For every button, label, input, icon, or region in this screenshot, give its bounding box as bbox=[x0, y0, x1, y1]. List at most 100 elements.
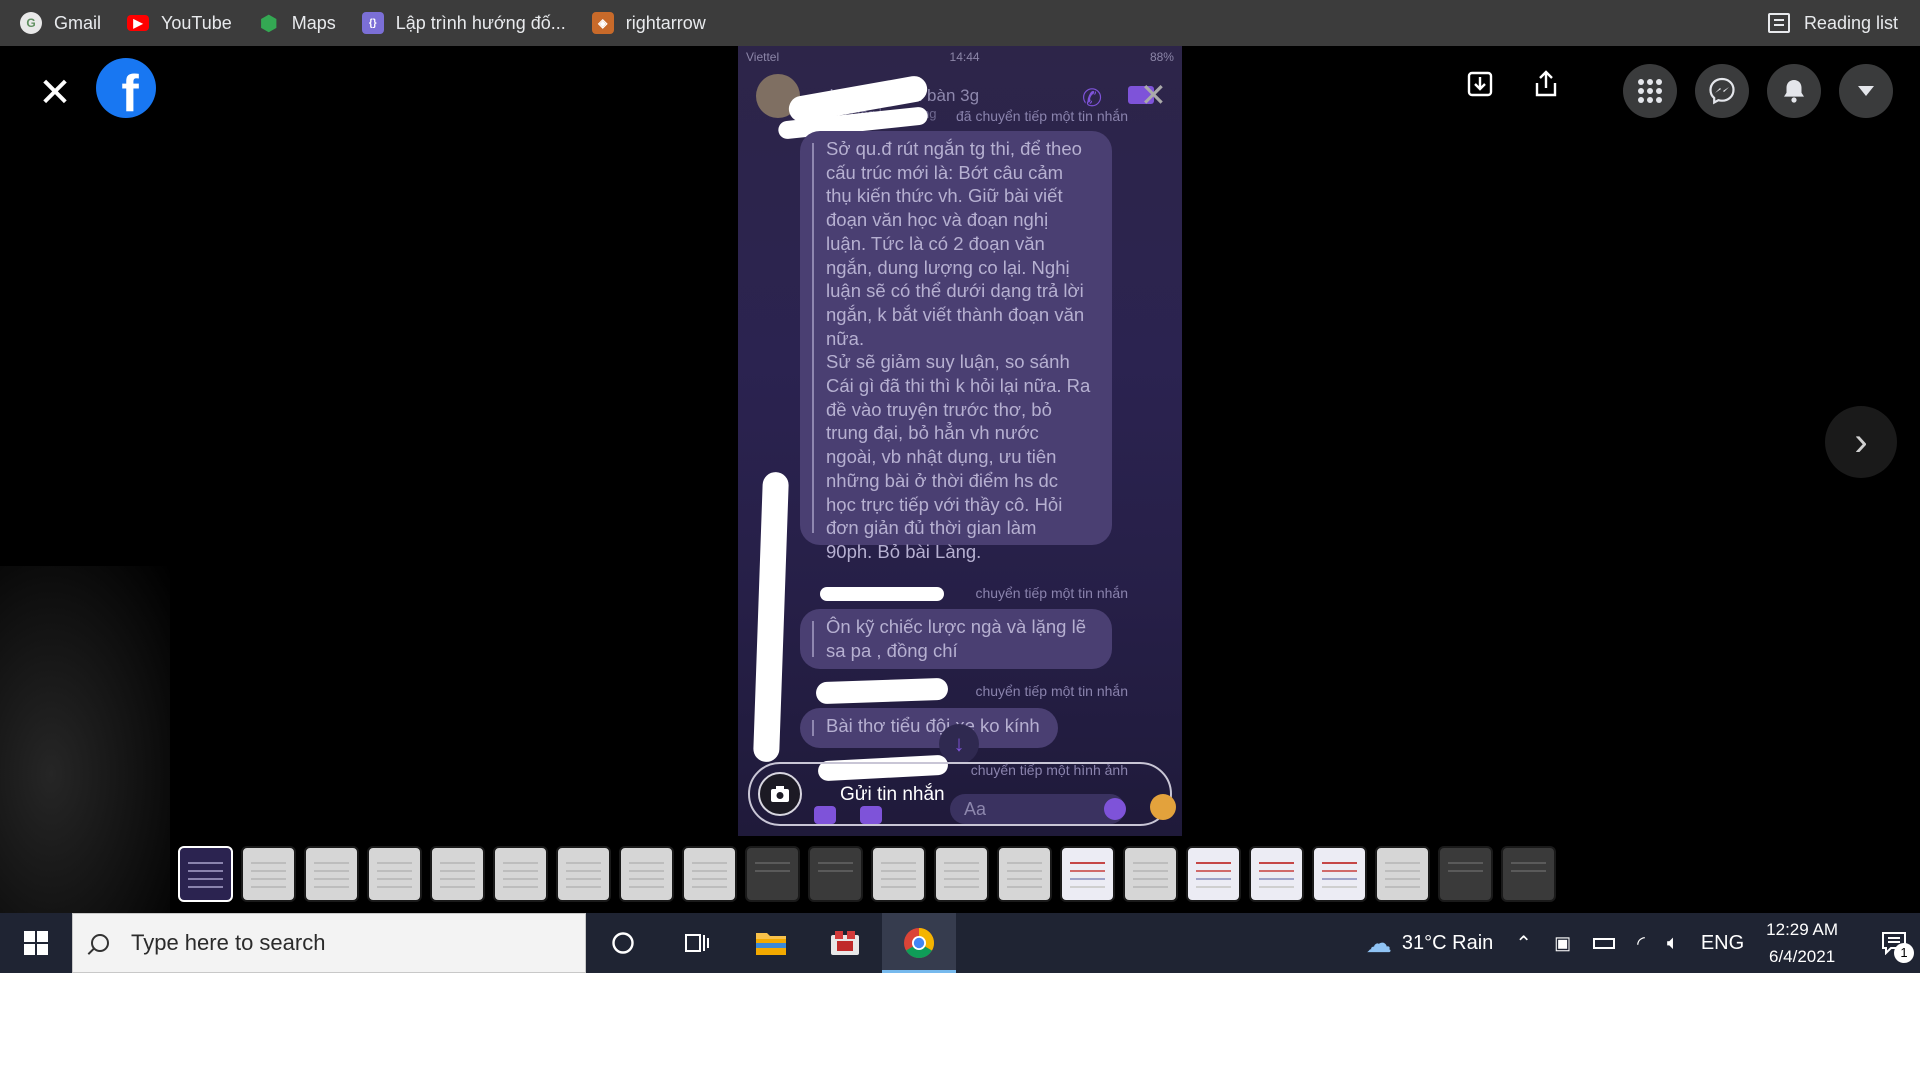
redaction-scribble bbox=[815, 677, 949, 705]
share-button[interactable] bbox=[1526, 64, 1566, 104]
photo-thumbnail[interactable] bbox=[997, 846, 1052, 902]
message-text-line: luận sẽ có thể dưới dạng trả lời bbox=[826, 280, 1084, 302]
notification-badge: 1 bbox=[1894, 943, 1914, 963]
photo-thumbnail[interactable] bbox=[430, 846, 485, 902]
photo-thumbnail[interactable] bbox=[871, 846, 926, 902]
photo-thumbnail[interactable] bbox=[808, 846, 863, 902]
taskbar: Type here to search ☁ 31°C Rain ⌃ ▣ ◜ 🔈︎… bbox=[0, 913, 1920, 973]
arrow-down-icon: ↓ bbox=[953, 731, 965, 756]
game-icon: ◈ bbox=[591, 12, 614, 34]
message-bubble: Bài thơ tiểu đội xe ko kính bbox=[800, 708, 1058, 748]
message-text-line: nữa. bbox=[826, 327, 865, 349]
bookmark-lap-trinh[interactable]: {} Lập trình hướng đố... bbox=[361, 0, 566, 46]
photo-thumbnail[interactable] bbox=[1060, 846, 1115, 902]
message-text-line: ngắn, dung lượng co lại. Nghị bbox=[826, 256, 1070, 278]
bookmark-label: rightarrow bbox=[625, 12, 706, 33]
message-text-line: thụ kiến thức vh. Giữ bài viết bbox=[826, 185, 1063, 207]
taskbar-search[interactable]: Type here to search bbox=[72, 913, 586, 973]
carrier-text: Viettel bbox=[746, 50, 780, 64]
redaction-scribble bbox=[820, 587, 944, 601]
chrome-icon bbox=[904, 927, 934, 959]
chevron-right-icon: › bbox=[1854, 419, 1868, 464]
message-bubble: Sở qu.đ rút ngắn tg thi, để theo cấu trúc… bbox=[800, 131, 1112, 562]
battery-text: 88% bbox=[1149, 50, 1174, 64]
task-view-button[interactable] bbox=[660, 913, 734, 973]
message-text-line: đoạn văn học và đoạn nghị bbox=[826, 209, 1049, 231]
photo-thumbnail[interactable] bbox=[1186, 846, 1241, 902]
clock[interactable]: 12:29 AM 6/4/2021 bbox=[1766, 916, 1838, 970]
forward-label: chuyển tiếp một tin nhắn bbox=[975, 683, 1128, 699]
bookmark-label: Maps bbox=[291, 12, 336, 33]
cortana-icon bbox=[612, 932, 634, 954]
message-input: Aa bbox=[950, 794, 1125, 824]
photo-thumbnail[interactable] bbox=[682, 846, 737, 902]
photo-thumbnail[interactable] bbox=[1501, 846, 1556, 902]
redaction-scribble bbox=[752, 471, 790, 763]
photo-thumbnail[interactable] bbox=[619, 846, 674, 902]
rain-cloud-icon: ☁ bbox=[1365, 927, 1392, 958]
store-app-button[interactable] bbox=[808, 913, 882, 973]
photo-thumbnail[interactable] bbox=[241, 846, 296, 902]
facebook-logo[interactable]: f bbox=[96, 58, 156, 118]
folder-icon bbox=[756, 933, 786, 955]
message-text-line: đơn giản đủ thời gian làm bbox=[826, 517, 1037, 539]
search-placeholder: Type here to search bbox=[131, 930, 326, 955]
caret-down-icon bbox=[1858, 86, 1874, 96]
photo-x-icon: ✕ bbox=[1140, 77, 1167, 113]
weather-widget[interactable]: ☁ 31°C Rain bbox=[1366, 928, 1493, 959]
menu-button[interactable] bbox=[1623, 64, 1677, 118]
contact-suffix: 3g bbox=[960, 86, 980, 105]
bookmark-rightarrow[interactable]: ◈ rightarrow bbox=[591, 0, 706, 46]
reading-list-icon bbox=[1767, 13, 1790, 33]
bookmark-maps[interactable]: ⬢ Maps bbox=[258, 0, 336, 46]
bookmark-gmail[interactable]: G Gmail bbox=[20, 0, 101, 46]
notifications-button[interactable] bbox=[1767, 64, 1821, 118]
photo-viewer: ✕ f › Viettel 14:44 88% bàn 3g ✆ ✕ đã ch… bbox=[0, 46, 1920, 913]
close-viewer-button[interactable]: ✕ bbox=[36, 71, 74, 115]
message-text-line: Sử sẽ giảm suy luận, so sánh bbox=[826, 351, 1070, 373]
photo-thumbnail[interactable] bbox=[493, 846, 548, 902]
battery-icon[interactable] bbox=[1593, 937, 1616, 949]
photo-thumbnail[interactable] bbox=[1123, 846, 1178, 902]
photo-thumbnail[interactable] bbox=[1312, 846, 1367, 902]
download-button[interactable] bbox=[1460, 64, 1500, 104]
file-explorer-button[interactable] bbox=[734, 913, 808, 973]
message-text-line: sa pa , đồng chí bbox=[826, 639, 958, 661]
photo-thumbnail[interactable] bbox=[1438, 846, 1493, 902]
messenger-button[interactable] bbox=[1695, 64, 1749, 118]
reading-list-label: Reading list bbox=[1803, 12, 1898, 33]
photo-thumbnail[interactable] bbox=[1375, 846, 1430, 902]
language-indicator[interactable]: ENG bbox=[1701, 932, 1744, 955]
message-bubble: Ôn kỹ chiếc lược ngà và lặng lẽ sa pa , đ… bbox=[800, 609, 1112, 669]
message-text: Bài thơ tiểu đội xe ko kính bbox=[826, 715, 1040, 736]
wifi-icon[interactable]: ◜ bbox=[1637, 931, 1645, 956]
messenger-icon bbox=[1709, 77, 1735, 105]
meet-now-icon[interactable]: ▣ bbox=[1554, 933, 1571, 954]
chevron-up-icon: ⌃ bbox=[1515, 932, 1533, 955]
volume-icon[interactable]: 🔈︎ bbox=[1667, 932, 1679, 955]
app-icon bbox=[831, 931, 859, 955]
action-center-button[interactable]: 1 bbox=[1868, 913, 1920, 973]
account-button[interactable] bbox=[1839, 64, 1893, 118]
bookmark-youtube[interactable]: ▶ YouTube bbox=[127, 0, 232, 46]
photo-thumbnail[interactable] bbox=[1249, 846, 1304, 902]
cortana-button[interactable] bbox=[586, 913, 660, 973]
start-button[interactable] bbox=[0, 913, 72, 973]
message-text-line: Sở qu.đ rút ngắn tg thi, để theo bbox=[826, 138, 1082, 159]
photo-thumbnail[interactable] bbox=[745, 846, 800, 902]
reading-list-button[interactable]: Reading list bbox=[1767, 0, 1898, 46]
message-text-line: Ôn kỹ chiếc lược ngà và lặng lẽ bbox=[826, 616, 1087, 637]
photo-thumbnail[interactable] bbox=[304, 846, 359, 902]
close-icon: ✕ bbox=[38, 71, 72, 115]
photo-thumbnail[interactable] bbox=[934, 846, 989, 902]
bell-icon bbox=[1784, 80, 1804, 103]
photo-thumbnail[interactable] bbox=[367, 846, 422, 902]
message-text-line: trung đại, bỏ hẳn vh nước bbox=[826, 422, 1039, 444]
next-photo-button[interactable]: › bbox=[1825, 406, 1897, 478]
show-hidden-icons-button[interactable]: ⌃ bbox=[1515, 931, 1532, 956]
photo-thumbnail[interactable] bbox=[556, 846, 611, 902]
gmail-icon: G bbox=[20, 12, 42, 34]
chrome-button[interactable] bbox=[882, 913, 956, 973]
photo-thumbnail[interactable] bbox=[178, 846, 233, 902]
gallery-icon bbox=[814, 806, 836, 824]
